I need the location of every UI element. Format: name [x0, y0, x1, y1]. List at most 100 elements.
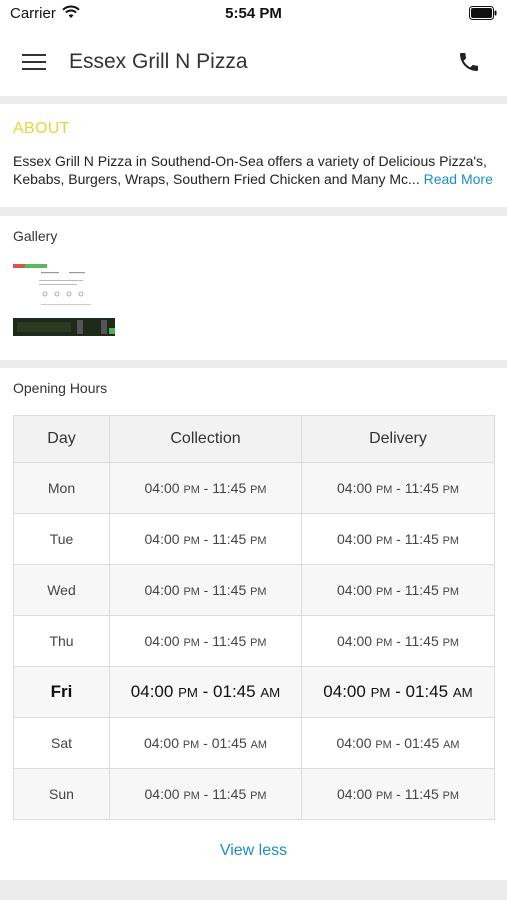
ampm: AM [452, 685, 473, 700]
ampm: AM [260, 685, 281, 700]
about-line-2-text: Kebabs, Burgers, Wraps, Southern Fried C… [13, 171, 420, 187]
separator: - [392, 480, 405, 496]
ampm: PM [375, 637, 393, 649]
opening-hours-table: Day Collection Delivery Mon 04:00 PM - 11… [13, 415, 495, 820]
time-close: 11:45 [404, 582, 439, 598]
time-open: 04:00 [144, 531, 180, 547]
time-close: 11:45 [404, 531, 439, 547]
separator: - [392, 582, 405, 598]
ampm: PM [370, 685, 391, 700]
separator: - [199, 633, 213, 649]
ampm: PM [442, 586, 459, 598]
status-bar: Carrier 5:54 PM [0, 0, 507, 28]
time-close: 11:45 [212, 633, 247, 649]
ampm: PM [375, 790, 393, 802]
time-close: 11:45 [212, 786, 247, 802]
delivery-hours-cell: 04:00 PM - 11:45 PM [301, 615, 495, 667]
ampm: PM [375, 484, 393, 496]
delivery-hours-cell: 04:00 PM - 01:45 AM [301, 717, 495, 769]
table-row: Tue 04:00 PM - 11:45 PM 04:00 PM - 11:45 P… [13, 513, 495, 565]
separator: - [391, 735, 405, 751]
delivery-hours-cell: 04:00 PM - 11:45 PM [301, 564, 495, 616]
day-cell: Mon [13, 462, 110, 514]
time-close: 11:45 [404, 633, 439, 649]
time-close: 11:45 [212, 582, 247, 598]
page-title: Essex Grill N Pizza [69, 50, 248, 73]
delivery-hours-cell: 04:00 PM - 11:45 PM [301, 462, 495, 514]
table-row: Fri 04:00 PM - 01:45 AM 04:00 PM - 01:45 A… [13, 666, 495, 718]
collection-hours-cell: 04:00 PM - 11:45 PM [109, 564, 302, 616]
time-open: 04:00 [337, 633, 373, 649]
gallery-section: Gallery [0, 216, 507, 360]
ampm: PM [250, 484, 267, 496]
ampm: PM [183, 586, 200, 598]
table-row: Mon 04:00 PM - 11:45 PM 04:00 PM - 11:45 P… [13, 462, 495, 514]
ampm: PM [442, 484, 459, 496]
gallery-heading: Gallery [13, 228, 58, 244]
read-more-link[interactable]: Read More [424, 171, 493, 187]
collection-hours-cell: 04:00 PM - 11:45 PM [109, 513, 302, 565]
day-cell: Sat [13, 717, 110, 769]
time-open: 04:00 [143, 735, 180, 751]
ampm: PM [442, 790, 459, 802]
time-open: 04:00 [337, 582, 373, 598]
about-section: ABOUT Essex Grill N Pizza in Southend-On… [0, 104, 507, 207]
view-less-link[interactable]: View less [0, 842, 507, 860]
gallery-thumbnail[interactable] [13, 264, 115, 336]
time-open: 04:00 [336, 735, 372, 751]
separator: - [199, 582, 213, 598]
column-header-collection: Collection [109, 415, 302, 463]
phone-icon[interactable] [457, 50, 481, 79]
delivery-hours-cell: 04:00 PM - 11:45 PM [301, 513, 495, 565]
collection-hours-cell: 04:00 PM - 01:45 AM [109, 666, 302, 718]
ampm: PM [250, 637, 267, 649]
opening-hours-section: Opening Hours Day Collection Delivery Mo… [0, 368, 507, 880]
about-line-2: Kebabs, Burgers, Wraps, Southern Fried C… [13, 170, 497, 188]
time-open: 04:00 [144, 633, 180, 649]
ampm: PM [183, 790, 200, 802]
separator: - [392, 633, 405, 649]
table-row: Sun 04:00 PM - 11:45 PM 04:00 PM - 11:45 P… [13, 768, 495, 820]
ampm: PM [250, 586, 267, 598]
time-close: 11:45 [212, 480, 247, 496]
ampm: AM [250, 739, 268, 751]
ampm: PM [183, 484, 200, 496]
delivery-hours-cell: 04:00 PM - 01:45 AM [301, 666, 495, 718]
time-close: 01:45 [404, 735, 440, 751]
day-cell: Wed [13, 564, 110, 616]
time-open: 04:00 [337, 531, 373, 547]
time-open: 04:00 [337, 480, 373, 496]
ampm: PM [250, 535, 267, 547]
column-header-delivery: Delivery [301, 415, 495, 463]
about-description: Essex Grill N Pizza in Southend-On-Sea o… [13, 152, 497, 188]
ampm: PM [442, 535, 459, 547]
time-open: 04:00 [130, 682, 174, 701]
separator: - [392, 786, 405, 802]
hamburger-menu-icon[interactable] [22, 52, 46, 72]
delivery-hours-cell: 04:00 PM - 11:45 PM [301, 768, 495, 820]
ampm: PM [183, 637, 200, 649]
clock: 5:54 PM [225, 5, 282, 22]
time-open: 04:00 [337, 786, 373, 802]
time-open: 04:00 [144, 480, 180, 496]
day-cell: Sun [13, 768, 110, 820]
time-close: 01:45 [213, 682, 256, 701]
ampm: PM [375, 739, 392, 751]
time-open: 04:00 [144, 582, 180, 598]
table-row: Sat 04:00 PM - 01:45 AM 04:00 PM - 01:45 A… [13, 717, 495, 769]
ampm: PM [375, 586, 393, 598]
day-cell: Fri [13, 666, 110, 718]
table-row: Thu 04:00 PM - 11:45 PM 04:00 PM - 11:45 P… [13, 615, 495, 667]
ampm: PM [375, 535, 393, 547]
time-close: 11:45 [404, 480, 439, 496]
about-heading: ABOUT [13, 120, 70, 137]
column-header-day: Day [13, 415, 110, 463]
ampm: AM [443, 739, 460, 751]
day-cell: Tue [13, 513, 110, 565]
ampm: PM [442, 637, 459, 649]
collection-hours-cell: 04:00 PM - 11:45 PM [109, 615, 302, 667]
separator: - [199, 480, 213, 496]
time-close: 01:45 [405, 682, 449, 701]
time-close: 01:45 [211, 735, 247, 751]
ampm: PM [178, 685, 198, 700]
